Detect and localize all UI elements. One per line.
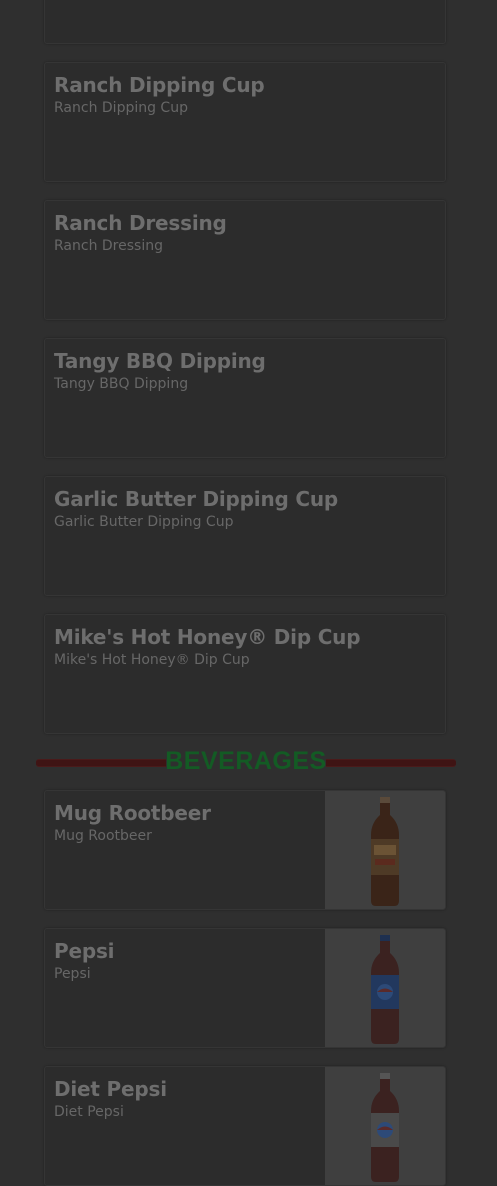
bottle-icon	[371, 797, 399, 906]
section-title: BEVERAGES	[165, 747, 327, 775]
menu-item-title: Diet Pepsi	[54, 1077, 167, 1101]
bottle-icon	[371, 1073, 399, 1182]
menu-item-title: Ranch Dressing	[54, 211, 227, 235]
menu-page: Ranch Dipping Cup Ranch Dipping Cup Ranc…	[0, 0, 497, 1186]
menu-item-card[interactable]: Tangy BBQ Dipping Tangy BBQ Dipping	[44, 338, 446, 458]
menu-item-description: Ranch Dipping Cup	[54, 100, 188, 116]
menu-item-title: Garlic Butter Dipping Cup	[54, 487, 338, 511]
menu-item-description: Mug Rootbeer	[54, 828, 152, 844]
menu-item-title: Ranch Dipping Cup	[54, 73, 265, 97]
menu-item-description: Mike's Hot Honey® Dip Cup	[54, 652, 250, 668]
menu-item-title: Tangy BBQ Dipping	[54, 349, 266, 373]
menu-item-description: Diet Pepsi	[54, 1104, 124, 1120]
menu-item-card[interactable]: Diet Pepsi Diet Pepsi	[44, 1066, 446, 1186]
menu-item-title: Pepsi	[54, 939, 115, 963]
menu-item-card[interactable]	[44, 0, 446, 44]
menu-item-card[interactable]: Mike's Hot Honey® Dip Cup Mike's Hot Hon…	[44, 614, 446, 734]
menu-item-description: Ranch Dressing	[54, 238, 163, 254]
menu-item-card[interactable]: Ranch Dipping Cup Ranch Dipping Cup	[44, 62, 446, 182]
menu-item-description: Garlic Butter Dipping Cup	[54, 514, 234, 530]
menu-item-title: Mike's Hot Honey® Dip Cup	[54, 625, 361, 649]
menu-item-card[interactable]: Pepsi Pepsi	[44, 928, 446, 1048]
menu-item-card[interactable]: Garlic Butter Dipping Cup Garlic Butter …	[44, 476, 446, 596]
menu-item-card[interactable]: Mug Rootbeer Mug Rootbeer	[44, 790, 446, 910]
diet-pepsi-bottle-image[interactable]	[325, 1067, 445, 1185]
mug-rootbeer-bottle-image[interactable]	[325, 791, 445, 909]
menu-item-description: Pepsi	[54, 966, 91, 982]
pepsi-bottle-image[interactable]	[325, 929, 445, 1047]
bottle-icon	[371, 935, 399, 1044]
menu-item-description: Tangy BBQ Dipping	[54, 376, 189, 392]
menu-item-title: Mug Rootbeer	[54, 801, 211, 825]
section-header-beverages: BEVERAGES	[36, 744, 456, 780]
menu-item-card[interactable]: Ranch Dressing Ranch Dressing	[44, 200, 446, 320]
